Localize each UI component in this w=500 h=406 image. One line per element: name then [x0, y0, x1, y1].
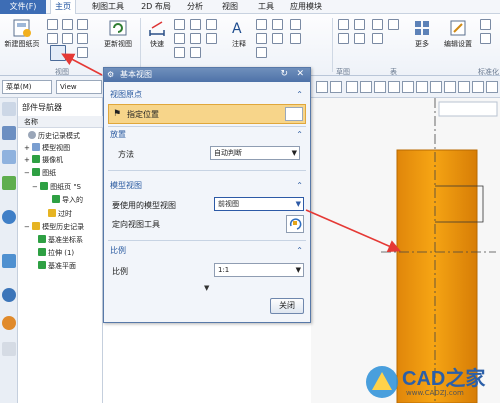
logo-icon — [366, 366, 398, 398]
arrow-to-graphics — [305, 209, 401, 253]
watermark-url: www.CADZJ.com — [406, 389, 464, 397]
watermark-logo: CAD之家 www.CADZJ.com — [362, 360, 500, 403]
annotation-arrows — [61, 53, 401, 253]
arrow-to-base-view — [61, 53, 103, 76]
watermark-text: CAD之家 — [402, 368, 486, 390]
